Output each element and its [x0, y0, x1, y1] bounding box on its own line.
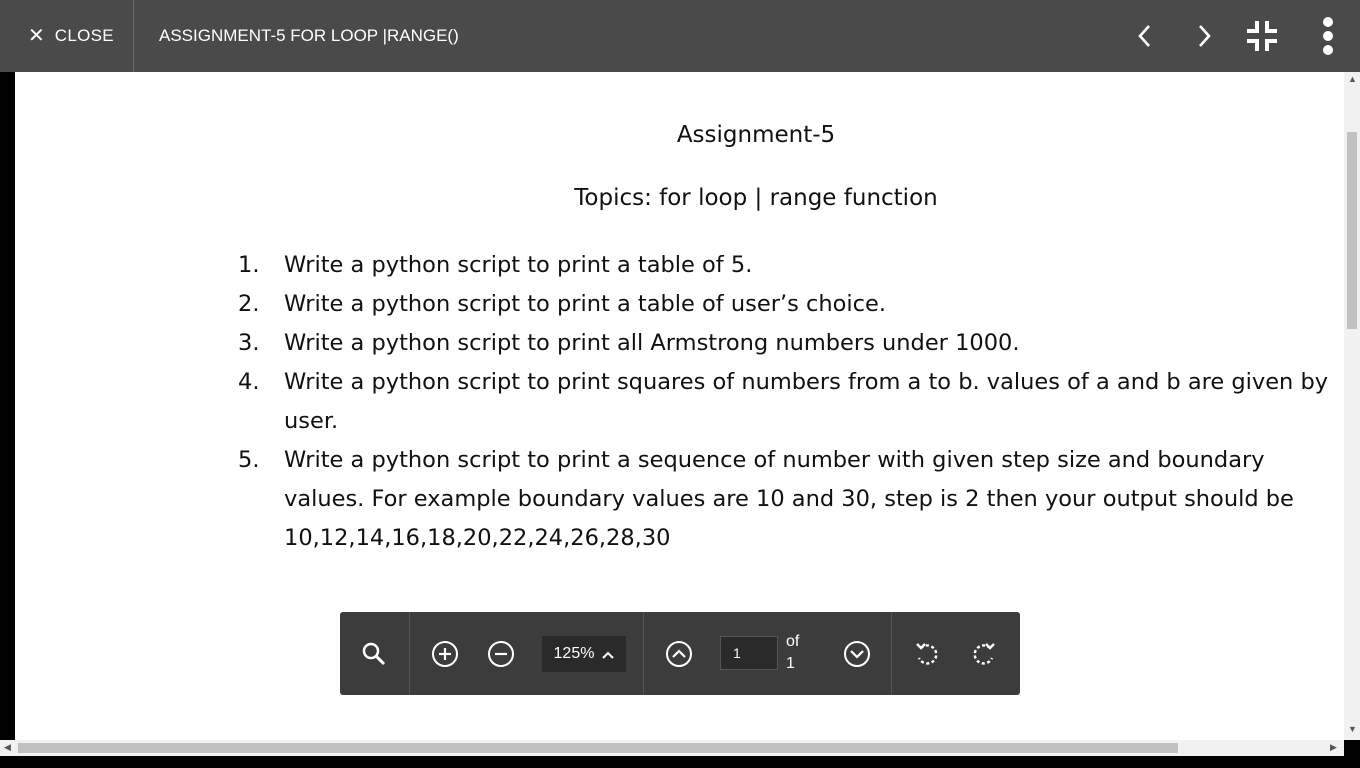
rotate-counterclockwise-icon	[916, 643, 938, 665]
close-icon: ✕	[28, 25, 45, 47]
item-text: Write a python script to print all Armst…	[284, 330, 1020, 356]
close-button[interactable]: ✕ CLOSE	[0, 0, 134, 72]
zoom-in-icon	[432, 641, 458, 667]
assignment-heading: Assignment-5	[676, 122, 836, 148]
pdf-toolbar: 125% of 1	[340, 612, 1020, 695]
page-up-icon	[666, 641, 692, 667]
chevron-right-icon	[1199, 25, 1211, 47]
page-down-icon	[844, 641, 870, 667]
vertical-scrollbar[interactable]: ▲ ▼	[1344, 72, 1360, 740]
item-text: Write a python script to print squares o…	[284, 369, 1329, 395]
zoom-out-icon	[488, 641, 514, 667]
more-vertical-icon	[1323, 17, 1333, 55]
topics-line: Topics: for loop | range function	[574, 185, 938, 211]
item-number: 4.	[238, 369, 260, 395]
previous-page-button[interactable]	[663, 638, 695, 670]
exit-fullscreen-icon	[1247, 21, 1277, 51]
zoom-in-button[interactable]	[429, 638, 461, 670]
item-text-continuation: user.	[284, 408, 339, 434]
zoom-level: 125%	[553, 645, 595, 662]
item-number: 1.	[238, 252, 260, 278]
list-item: 5. Write a python script to print a sequ…	[238, 441, 1338, 558]
exit-fullscreen-button[interactable]	[1242, 16, 1282, 56]
toolbar-divider	[643, 612, 644, 695]
item-text: Write a python script to print a table o…	[284, 252, 753, 278]
previous-button[interactable]	[1125, 16, 1165, 56]
list-item: 2. Write a python script to print a tabl…	[238, 285, 1338, 324]
zoom-level-dropdown[interactable]: 125%	[542, 636, 626, 672]
rotate-left-button[interactable]	[911, 638, 943, 670]
more-options-button[interactable]	[1308, 16, 1348, 56]
rotate-clockwise-icon	[973, 643, 995, 665]
item-number: 5.	[238, 447, 260, 473]
search-button[interactable]	[358, 638, 390, 670]
rotate-right-button[interactable]	[968, 638, 1000, 670]
list-item: 4. Write a python script to print square…	[238, 363, 1338, 441]
horizontal-scrollbar[interactable]: ◀ ▶	[0, 740, 1344, 756]
item-text: Write a python script to print a sequenc…	[284, 447, 1265, 473]
next-button[interactable]	[1184, 16, 1224, 56]
close-label: CLOSE	[54, 26, 114, 45]
scroll-up-arrow-icon[interactable]: ▲	[1348, 74, 1357, 84]
next-page-button[interactable]	[841, 638, 873, 670]
scroll-down-arrow-icon[interactable]: ▼	[1348, 724, 1357, 734]
item-text-continuation: values. For example boundary values are …	[284, 486, 1294, 512]
search-icon	[362, 642, 386, 666]
item-number: 2.	[238, 291, 260, 317]
item-text: Write a python script to print a table o…	[284, 291, 886, 317]
list-item: 1. Write a python script to print a tabl…	[238, 246, 1338, 285]
item-text-continuation: 10,12,14,16,18,20,22,24,26,28,30	[284, 525, 671, 551]
question-list: 1. Write a python script to print a tabl…	[238, 246, 1338, 558]
vertical-scroll-thumb[interactable]	[1347, 132, 1357, 329]
scroll-left-arrow-icon[interactable]: ◀	[4, 742, 11, 753]
toolbar-divider	[891, 612, 892, 695]
of-label: of	[786, 633, 800, 650]
chevron-up-icon	[602, 647, 615, 662]
zoom-out-button[interactable]	[485, 638, 517, 670]
chevron-left-icon	[1138, 25, 1150, 47]
document-title: ASSIGNMENT-5 FOR LOOP |RANGE()	[159, 26, 459, 45]
item-number: 3.	[238, 330, 260, 356]
toolbar-divider	[409, 612, 410, 695]
page-number-input[interactable]	[720, 636, 778, 670]
horizontal-scroll-thumb[interactable]	[18, 743, 1178, 753]
scroll-right-arrow-icon[interactable]: ▶	[1330, 742, 1337, 753]
page-count: of 1	[786, 631, 799, 675]
viewer-header: ✕ CLOSE ASSIGNMENT-5 FOR LOOP |RANGE()	[0, 0, 1360, 72]
total-pages: 1	[786, 655, 795, 672]
list-item: 3. Write a python script to print all Ar…	[238, 324, 1338, 363]
